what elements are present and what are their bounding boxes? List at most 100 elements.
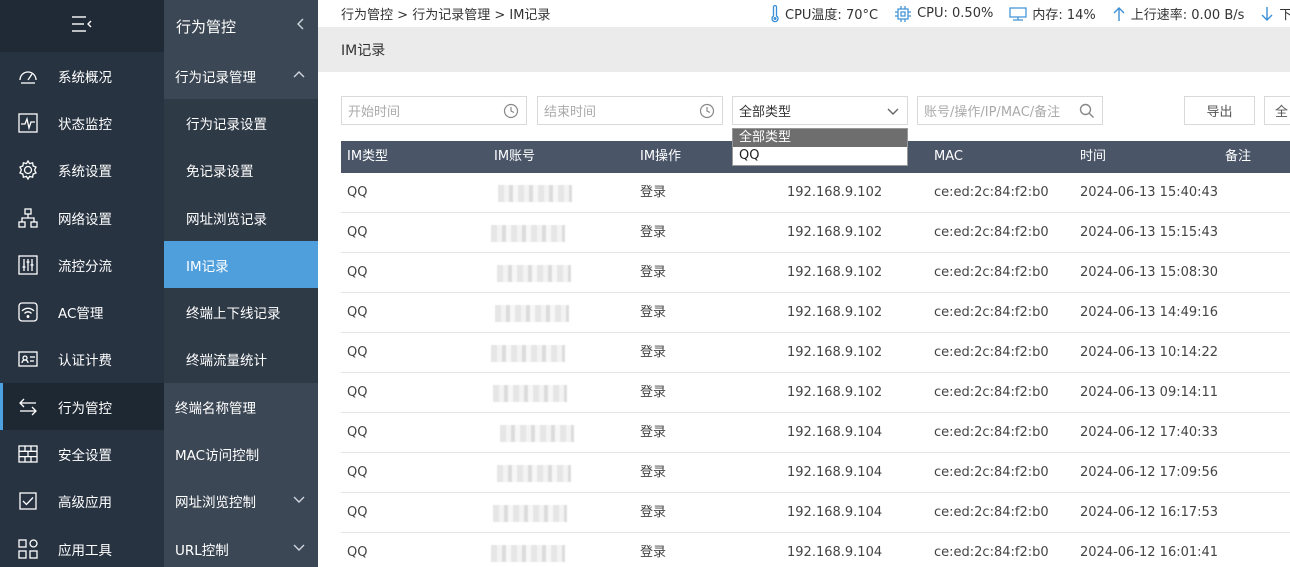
end-time-input[interactable]: 结束时间 — [537, 96, 723, 125]
column-header: IM操作 — [640, 149, 682, 164]
table-row[interactable]: QQ 登录 192.168.9.104 ce:ed:2c:84:f2:b0 2024-0… — [341, 453, 1290, 493]
cell-im-action: 登录 — [640, 425, 667, 440]
sidebar-item[interactable]: 认证计费 — [0, 336, 164, 383]
sidebar-item-label: 认证计费 — [58, 353, 112, 370]
cell-mac: ce:ed:2c:84:f2:b0 — [934, 305, 1049, 320]
table-row[interactable]: QQ 登录 192.168.9.104 ce:ed:2c:84:f2:b0 2024-0… — [341, 493, 1290, 533]
end-time-placeholder: 结束时间 — [544, 105, 597, 120]
cell-im-action: 登录 — [640, 225, 667, 240]
subnav-group-label: 行为记录管理 — [175, 69, 256, 86]
subnav-subitem[interactable]: 网址浏览记录 — [164, 193, 318, 242]
table-row[interactable]: QQ 登录 192.168.9.104 ce:ed:2c:84:f2:b0 2024-0… — [341, 413, 1290, 453]
sidebar-item-label: 流控分流 — [58, 258, 112, 275]
download-value: 下行 — [1279, 8, 1290, 23]
sidebar-item[interactable]: AC管理 — [0, 288, 164, 335]
start-time-placeholder: 开始时间 — [348, 105, 401, 120]
subnav-group-label: URL控制 — [175, 542, 229, 559]
swap-arrows-icon — [16, 395, 40, 419]
redacted-account — [500, 425, 574, 442]
sidebar-item[interactable]: 状态监控 — [0, 99, 164, 146]
extra-button[interactable]: 全 — [1264, 96, 1290, 125]
sidebar-item[interactable]: 系统设置 — [0, 147, 164, 194]
dropdown-option[interactable]: QQ — [733, 147, 907, 165]
search-placeholder: 账号/操作/IP/MAC/备注 — [924, 105, 1061, 120]
table-row[interactable]: QQ 登录 192.168.9.104 ce:ed:2c:84:f2:b0 2024-0… — [341, 533, 1290, 567]
subnav-group[interactable]: 网址浏览控制 — [164, 478, 318, 525]
export-button[interactable]: 导出 — [1184, 96, 1255, 125]
cell-im-type: QQ — [347, 265, 368, 280]
cell-ip: 192.168.9.104 — [787, 465, 883, 480]
subnav-group-label: 网址浏览控制 — [175, 495, 256, 512]
wifi-icon — [16, 300, 40, 324]
subnav-group[interactable]: URL控制 — [164, 525, 318, 567]
memory-value: 内存: 14% — [1032, 8, 1096, 23]
page-title: IM记录 — [318, 27, 1290, 72]
cell-time: 2024-06-13 10:14:22 — [1080, 345, 1219, 360]
cell-ip: 192.168.9.104 — [787, 425, 883, 440]
sidebar-item-label: 安全设置 — [58, 448, 112, 465]
im-type-value: 全部类型 — [739, 105, 792, 120]
cell-im-type: QQ — [347, 305, 368, 320]
cell-im-type: QQ — [347, 545, 368, 560]
table-row[interactable]: QQ 登录 192.168.9.102 ce:ed:2c:84:f2:b0 2024-0… — [341, 173, 1290, 213]
cell-mac: ce:ed:2c:84:f2:b0 — [934, 265, 1049, 280]
chevron-left-icon[interactable] — [296, 17, 306, 35]
column-header: IM账号 — [494, 149, 536, 164]
table-row[interactable]: QQ 登录 192.168.9.102 ce:ed:2c:84:f2:b0 2024-0… — [341, 373, 1290, 413]
table-row[interactable]: QQ 登录 192.168.9.102 ce:ed:2c:84:f2:b0 2024-0… — [341, 253, 1290, 293]
table-row[interactable]: QQ 登录 192.168.9.102 ce:ed:2c:84:f2:b0 2024-0… — [341, 333, 1290, 373]
im-type-dropdown[interactable]: 全部类型 QQ — [732, 128, 908, 166]
firewall-icon — [16, 442, 40, 466]
sidebar-item[interactable]: 行为管控 — [0, 383, 164, 431]
upload-stat: 上行速率: 0.00 B/s — [1112, 4, 1244, 23]
search-input[interactable]: 账号/操作/IP/MAC/备注 — [917, 96, 1103, 125]
sidebar-item-label: 状态监控 — [58, 116, 112, 133]
table-row[interactable]: QQ 登录 192.168.9.102 ce:ed:2c:84:f2:b0 2024-0… — [341, 213, 1290, 253]
subnav-group[interactable]: MAC访问控制 — [164, 430, 318, 477]
subnav-subitem[interactable]: 行为记录设置 — [164, 99, 318, 147]
subnav-subitem[interactable]: IM记录 — [164, 241, 318, 289]
filter-bar: 开始时间 结束时间 全部类型 账号/操作/IP/MAC/备注 导出 全 — [341, 96, 1290, 125]
cell-mac: ce:ed:2c:84:f2:b0 — [934, 385, 1049, 400]
start-time-input[interactable]: 开始时间 — [341, 96, 527, 125]
subnav-subitem[interactable]: 终端流量统计 — [164, 335, 318, 384]
redacted-account — [491, 545, 565, 562]
breadcrumb-item[interactable]: 行为记录管理 — [412, 8, 490, 23]
table-row[interactable]: QQ 登录 192.168.9.102 ce:ed:2c:84:f2:b0 2024-0… — [341, 293, 1290, 333]
sidebar-item[interactable]: 系统概况 — [0, 52, 164, 99]
sidebar-item-label: AC管理 — [58, 306, 104, 323]
search-icon[interactable] — [1079, 103, 1095, 123]
chevron-up-icon — [292, 68, 306, 84]
sidebar-collapse-button[interactable] — [0, 0, 164, 52]
cell-ip: 192.168.9.104 — [787, 545, 883, 560]
breadcrumb-current: IM记录 — [509, 8, 551, 23]
cell-mac: ce:ed:2c:84:f2:b0 — [934, 545, 1049, 560]
sidebar-item[interactable]: 网络设置 — [0, 194, 164, 241]
cpu-temp-value: CPU温度: 70°C — [785, 8, 879, 23]
cell-mac: ce:ed:2c:84:f2:b0 — [934, 505, 1049, 520]
cell-im-action: 登录 — [640, 265, 667, 280]
subnav-group[interactable]: 终端名称管理 — [164, 383, 318, 430]
sidebar-item[interactable]: 应用工具 — [0, 525, 164, 567]
cell-im-type: QQ — [347, 385, 368, 400]
subnav-title: 行为管控 — [176, 17, 237, 36]
cell-mac: ce:ed:2c:84:f2:b0 — [934, 425, 1049, 440]
column-header: IM类型 — [347, 149, 389, 164]
sidebar-item[interactable]: 安全设置 — [0, 430, 164, 477]
sidebar-item[interactable]: 高级应用 — [0, 478, 164, 525]
cell-ip: 192.168.9.102 — [787, 185, 883, 200]
redacted-account — [493, 505, 567, 522]
subnav-subitem[interactable]: 免记录设置 — [164, 146, 318, 194]
im-type-select[interactable]: 全部类型 — [732, 96, 908, 125]
subnav-group-behavior-records[interactable]: 行为记录管理 — [164, 52, 318, 99]
breadcrumb-separator: > — [393, 8, 413, 23]
main-sidebar: 系统概况状态监控系统设置 网络设置流控分流 AC管理认证计费行为管控安全设置高级应用… — [0, 0, 164, 567]
column-header: 时间 — [1080, 149, 1107, 164]
subnav-subitem[interactable]: 终端上下线记录 — [164, 288, 318, 336]
dropdown-option[interactable]: 全部类型 — [733, 129, 907, 147]
sidebar-item[interactable]: 流控分流 — [0, 241, 164, 288]
breadcrumb-item[interactable]: 行为管控 — [341, 8, 393, 23]
thermometer-icon — [770, 4, 780, 23]
cell-ip: 192.168.9.102 — [787, 225, 883, 240]
memory-icon — [1009, 6, 1027, 21]
